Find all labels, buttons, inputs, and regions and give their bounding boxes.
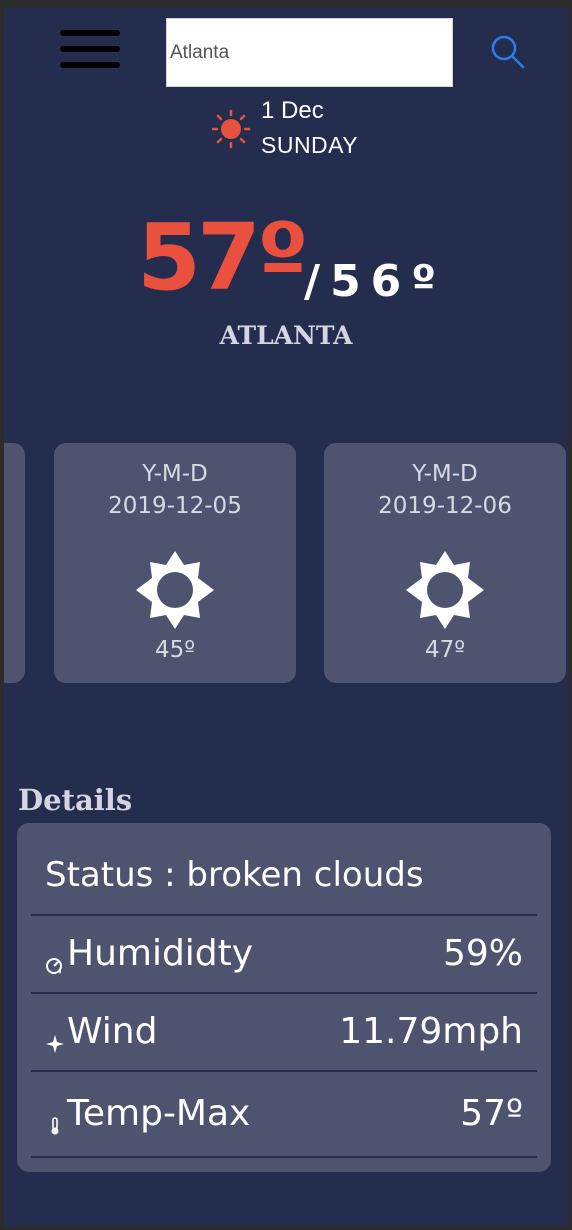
date-weekday: SUNDAY (261, 132, 359, 158)
forecast-temperature: 45º (154, 637, 196, 663)
divider (31, 992, 537, 994)
search-input[interactable] (166, 18, 453, 87)
divider (31, 1156, 537, 1158)
wind-icon (45, 1022, 65, 1053)
details-heading: Details (18, 783, 133, 817)
forecast-date: 2019-12-05 (108, 493, 242, 519)
search-icon[interactable] (488, 32, 528, 72)
wind-row-label: Wind (45, 1011, 158, 1053)
forecast-card-partial[interactable] (4, 443, 25, 683)
current-temperature: 57º (137, 204, 309, 311)
temp-max-row-label: Temp-Max (45, 1093, 250, 1134)
weather-status: Status : broken clouds (45, 855, 424, 895)
wind-value: 11.79mph (339, 1011, 523, 1052)
date-day: 1 Dec (261, 97, 324, 124)
forecast-card[interactable]: Y-M-D 2019-12-06 47º (324, 443, 566, 683)
forecast-date-label: Y-M-D (412, 461, 478, 487)
temp-max-label: Temp-Max (67, 1093, 251, 1134)
min-temperature: /56º (304, 256, 447, 307)
city-name: ATLANTA (219, 321, 353, 350)
temp-max-value: 57º (460, 1093, 523, 1134)
thermometer-icon (45, 1104, 65, 1134)
humidity-gauge-icon (45, 944, 65, 974)
details-card: Status : broken clouds Humididty 59% Win… (17, 823, 551, 1172)
humidity-label: Humididty (67, 933, 254, 974)
wind-label: Wind (67, 1011, 158, 1052)
humidity-row-label: Humididty (45, 933, 253, 974)
divider (31, 1070, 537, 1072)
sun-icon (136, 551, 214, 629)
hamburger-menu-icon[interactable] (60, 30, 120, 70)
divider (31, 914, 537, 916)
forecast-card[interactable]: Y-M-D 2019-12-05 45º (54, 443, 296, 683)
sun-icon (406, 551, 484, 629)
forecast-date-label: Y-M-D (142, 461, 208, 487)
weather-app: 1 Dec SUNDAY 57º /56º ATLANTA Y-M-D 2019… (4, 8, 568, 1226)
forecast-temperature: 47º (424, 637, 466, 663)
sun-icon (211, 109, 251, 149)
humidity-value: 59% (442, 933, 523, 974)
forecast-date: 2019-12-06 (378, 493, 512, 519)
